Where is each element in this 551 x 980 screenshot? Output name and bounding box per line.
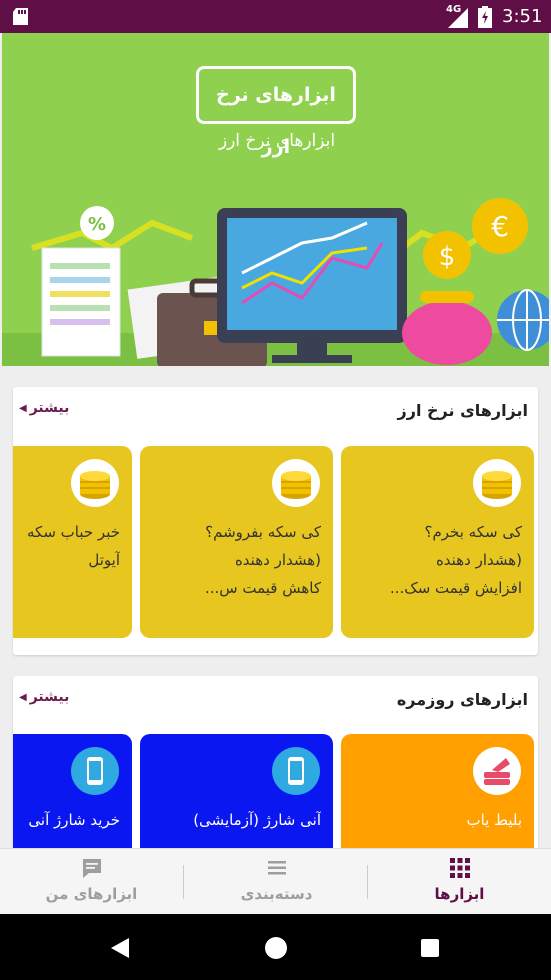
tile-text: بلیط یاب [352,806,522,834]
bottom-navigation: ابزارها دسته‌بندی ابزارهای من [0,848,551,914]
signal-icon [448,8,468,28]
phone-icon [71,747,119,795]
list-icon [267,861,286,875]
battery-charging-icon [478,6,492,28]
phone-icon [272,747,320,795]
grid-icon [449,858,470,878]
tile-text: کی سکه بخرم؟ (هشدار دهنده افزایش قیمت سک… [352,518,522,602]
nav-tools[interactable]: ابزارها [368,849,551,915]
nav-label: ابزارهای من [45,885,138,903]
sd-card-icon [13,8,28,25]
status-bar: 4G 3:51 [0,0,551,33]
chevron-left-icon: ◀ [19,402,27,414]
tile-text: خرید شارژ آنی [13,806,120,834]
coin-stack-icon [272,459,320,507]
more-label: بیشتر [29,400,70,416]
banner-subtitle: ابزارهای نرخ ارز [218,131,336,151]
tile-line: خبر حباب سکه [27,523,120,541]
nav-divider [183,865,184,899]
tile-line: افزایش قیمت سک... [389,579,522,597]
tile-line: (هشدار دهنده [234,551,321,569]
tile-line: خرید شارژ آنی [28,811,120,829]
tile-line: کاهش قیمت س... [205,579,321,597]
section-daily-tools: ابزارهای روزمره بیشتر ◀ بلیط یاب آنی شار… [13,676,538,866]
tool-tile[interactable]: کی سکه بخرم؟ (هشدار دهنده افزایش قیمت سک… [341,446,534,638]
section-title: ابزارهای نرخ ارز [397,401,528,420]
tile-line: (هشدار دهنده [435,551,522,569]
tile-line: آنی شارژ (آزمایشی) [193,811,321,829]
section-title: ابزارهای روزمره [396,690,528,709]
message-icon [82,859,101,878]
tool-tile[interactable]: خبر حباب سکه آیوتل [13,446,132,638]
more-label: بیشتر [29,689,70,705]
recents-icon[interactable] [420,938,440,958]
tile-line: آیوتل [88,551,120,569]
svg-text:$: $ [439,242,456,272]
clock: 3:51 [502,6,543,27]
system-navigation-bar [0,914,551,980]
more-link[interactable]: بیشتر ◀ [19,689,69,705]
nav-label: ابزارها [434,885,485,903]
coin-stack-icon [71,459,119,507]
banner-title: ابزارهای نرخ ارز [196,66,356,158]
tile-text: خبر حباب سکه آیوتل [13,518,120,574]
svg-text:€: € [491,210,509,243]
tool-tile[interactable]: کی سکه بفروشم؟ (هشدار دهنده کاهش قیمت س.… [140,446,333,638]
nav-my-tools[interactable]: ابزارهای من [0,849,183,915]
tile-line: بلیط یاب [466,811,522,829]
more-link[interactable]: بیشتر ◀ [19,400,69,416]
section-currency-tools: ابزارهای نرخ ارز بیشتر ◀ کی سکه بخرم؟ (ه… [13,387,538,655]
promo-banner[interactable]: % € $ ابزارهای نرخ ارز ابزارهای نرخ ارز [2,33,549,366]
home-icon[interactable] [264,936,288,960]
svg-text:%: % [88,214,106,235]
chevron-left-icon: ◀ [19,691,27,703]
back-icon[interactable] [109,936,131,960]
tile-line: کی سکه بفروشم؟ [205,523,321,541]
tool-tile[interactable]: آنی شارژ (آزمایشی) [140,734,333,866]
tile-text: آنی شارژ (آزمایشی) [151,806,321,834]
coin-stack-icon [473,459,521,507]
nav-label: دسته‌بندی [240,885,313,903]
ticket-icon [473,747,521,795]
tile-line: کی سکه بخرم؟ [424,523,522,541]
tile-text: کی سکه بفروشم؟ (هشدار دهنده کاهش قیمت س.… [151,518,321,602]
tool-tile[interactable]: خرید شارژ آنی [13,734,132,866]
nav-categories[interactable]: دسته‌بندی [185,849,368,915]
tool-tile[interactable]: بلیط یاب [341,734,534,866]
